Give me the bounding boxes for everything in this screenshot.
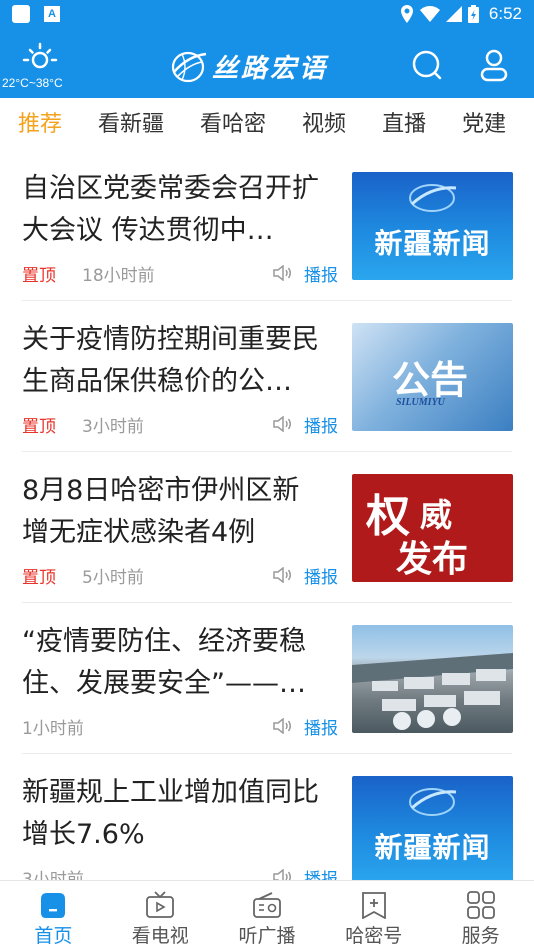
news-thumbnail[interactable]: 权 威 发布 bbox=[352, 474, 513, 582]
location-icon bbox=[400, 5, 413, 23]
broadcast-button[interactable]: 播报 bbox=[272, 714, 338, 739]
weather-widget[interactable]: 22°C~38°C bbox=[2, 42, 78, 94]
news-title[interactable]: 新疆规上工业增加值同比增长7.6% bbox=[22, 772, 322, 856]
thumbnail-caption: 公告 bbox=[392, 357, 469, 402]
nav-label: 服务 bbox=[461, 925, 500, 947]
news-time: 3小时前 bbox=[22, 869, 84, 881]
news-title[interactable]: “疫情要防住、经济要稳住、发展要安全”——习… bbox=[22, 621, 322, 705]
home-icon bbox=[41, 893, 66, 918]
notification-icon bbox=[12, 5, 30, 23]
grid-icon bbox=[466, 891, 495, 919]
app-header: 22°C~38°C 丝路宏语 bbox=[0, 28, 534, 98]
nav-hami-account[interactable]: 哈密号 bbox=[320, 881, 427, 950]
broadcast-label: 播报 bbox=[304, 416, 338, 437]
a-notification-icon: A bbox=[44, 6, 60, 22]
pinned-badge: 置顶 bbox=[22, 416, 56, 437]
temperature-range: 22°C~38°C bbox=[2, 76, 63, 90]
tab-xinjiang[interactable]: 看新疆 bbox=[98, 106, 164, 138]
speaker-icon bbox=[273, 265, 291, 281]
speaker-icon bbox=[273, 416, 291, 432]
news-time: 1小时前 bbox=[22, 718, 84, 739]
nav-label: 哈密号 bbox=[345, 925, 403, 947]
nav-radio[interactable]: 听广播 bbox=[214, 881, 321, 950]
news-feed: 自治区党委常委会召开扩大会议 传达贯彻中… 置顶 18小时前 播报 新疆新闻 关… bbox=[0, 150, 534, 880]
tab-recommend[interactable]: 推荐 bbox=[18, 106, 62, 138]
pinned-badge: 置顶 bbox=[22, 567, 56, 588]
news-item[interactable]: 关于疫情防控期间重要民生商品保供稳价的公… 置顶 3小时前 播报 公告 SILU… bbox=[0, 301, 534, 452]
nav-home[interactable]: 首页 bbox=[0, 881, 107, 950]
battery-icon bbox=[467, 5, 479, 23]
clock: 6:52 bbox=[488, 4, 522, 23]
user-icon bbox=[480, 49, 508, 82]
news-item[interactable]: 8月8日哈密市伊州区新增无症状感染者4例 置顶 5小时前 播报 权 威 发布 bbox=[0, 452, 534, 603]
pinned-badge: 置顶 bbox=[22, 265, 56, 286]
speaker-icon bbox=[273, 718, 291, 734]
broadcast-button[interactable]: 播报 bbox=[272, 563, 338, 588]
thumbnail-subcaption: SILUMIYU bbox=[396, 397, 445, 408]
broadcast-button[interactable]: 播报 bbox=[272, 865, 338, 881]
broadcast-label: 播报 bbox=[304, 265, 338, 286]
news-item[interactable]: 自治区党委常委会召开扩大会议 传达贯彻中… 置顶 18小时前 播报 新疆新闻 bbox=[0, 150, 534, 301]
news-item[interactable]: “疫情要防住、经济要稳住、发展要安全”——习… 1小时前 播报 bbox=[0, 603, 534, 754]
broadcast-label: 播报 bbox=[304, 869, 338, 881]
nav-services[interactable]: 服务 bbox=[427, 881, 534, 950]
news-thumbnail[interactable] bbox=[352, 625, 513, 733]
signal-icon bbox=[445, 6, 462, 22]
news-time: 3小时前 bbox=[82, 416, 144, 437]
app-root: A 6:52 22°C~38°C 丝路宏语 推荐 看新疆 看哈密 视频 直播 党… bbox=[0, 0, 534, 950]
sun-icon bbox=[22, 42, 58, 69]
broadcast-button[interactable]: 播报 bbox=[272, 261, 338, 286]
news-thumbnail[interactable]: 新疆新闻 bbox=[352, 776, 513, 880]
news-meta: 3小时前 播报 bbox=[22, 864, 338, 880]
radio-icon bbox=[253, 892, 281, 918]
broadcast-label: 播报 bbox=[304, 718, 338, 739]
nav-label: 听广播 bbox=[238, 925, 296, 947]
speaker-icon bbox=[273, 567, 291, 583]
status-bar: A 6:52 bbox=[0, 0, 534, 28]
news-meta: 1小时前 播报 bbox=[22, 713, 338, 739]
bookmark-plus-icon bbox=[361, 892, 386, 919]
nav-label: 首页 bbox=[34, 925, 73, 947]
logo-globe-icon bbox=[171, 51, 207, 83]
nav-label: 看电视 bbox=[131, 925, 189, 947]
news-thumbnail[interactable]: 公告 SILUMIYU bbox=[352, 323, 513, 431]
tab-live[interactable]: 直播 bbox=[382, 106, 426, 138]
nav-tv[interactable]: 看电视 bbox=[107, 881, 214, 950]
news-item[interactable]: 新疆规上工业增加值同比增长7.6% 3小时前 播报 新疆新闻 bbox=[0, 754, 534, 880]
wifi-icon bbox=[419, 6, 440, 22]
news-title[interactable]: 关于疫情防控期间重要民生商品保供稳价的公… bbox=[22, 319, 322, 403]
news-time: 18小时前 bbox=[82, 265, 155, 286]
news-thumbnail[interactable]: 新疆新闻 bbox=[352, 172, 513, 280]
news-meta: 置顶 18小时前 播报 bbox=[22, 260, 338, 286]
tab-hami[interactable]: 看哈密 bbox=[200, 106, 266, 138]
tv-icon bbox=[146, 891, 175, 918]
tab-video[interactable]: 视频 bbox=[302, 106, 346, 138]
speaker-icon bbox=[273, 869, 291, 880]
news-meta: 置顶 3小时前 播报 bbox=[22, 411, 338, 437]
user-button[interactable] bbox=[477, 48, 511, 82]
thumbnail-caption: 新疆新闻 bbox=[374, 831, 491, 864]
thumbnail-caption: 新疆新闻 bbox=[374, 227, 491, 260]
news-title[interactable]: 自治区党委常委会召开扩大会议 传达贯彻中… bbox=[22, 168, 322, 252]
search-button[interactable] bbox=[410, 48, 444, 82]
news-meta: 置顶 5小时前 播报 bbox=[22, 562, 338, 588]
logo-text: 丝路宏语 bbox=[212, 53, 329, 84]
search-icon bbox=[412, 50, 442, 80]
tab-party[interactable]: 党建 bbox=[462, 106, 506, 138]
broadcast-button[interactable]: 播报 bbox=[272, 412, 338, 437]
channel-tabs: 推荐 看新疆 看哈密 视频 直播 党建 bbox=[0, 98, 534, 146]
industrial-photo bbox=[352, 653, 513, 730]
broadcast-label: 播报 bbox=[304, 567, 338, 588]
app-logo: 丝路宏语 bbox=[168, 46, 328, 86]
news-time: 5小时前 bbox=[82, 567, 144, 588]
news-title[interactable]: 8月8日哈密市伊州区新增无症状感染者4例 bbox=[22, 470, 322, 554]
bottom-nav: 首页 看电视 听广播 哈密号 服务 bbox=[0, 880, 534, 950]
thumbnail-caption: 发布 bbox=[396, 538, 469, 580]
